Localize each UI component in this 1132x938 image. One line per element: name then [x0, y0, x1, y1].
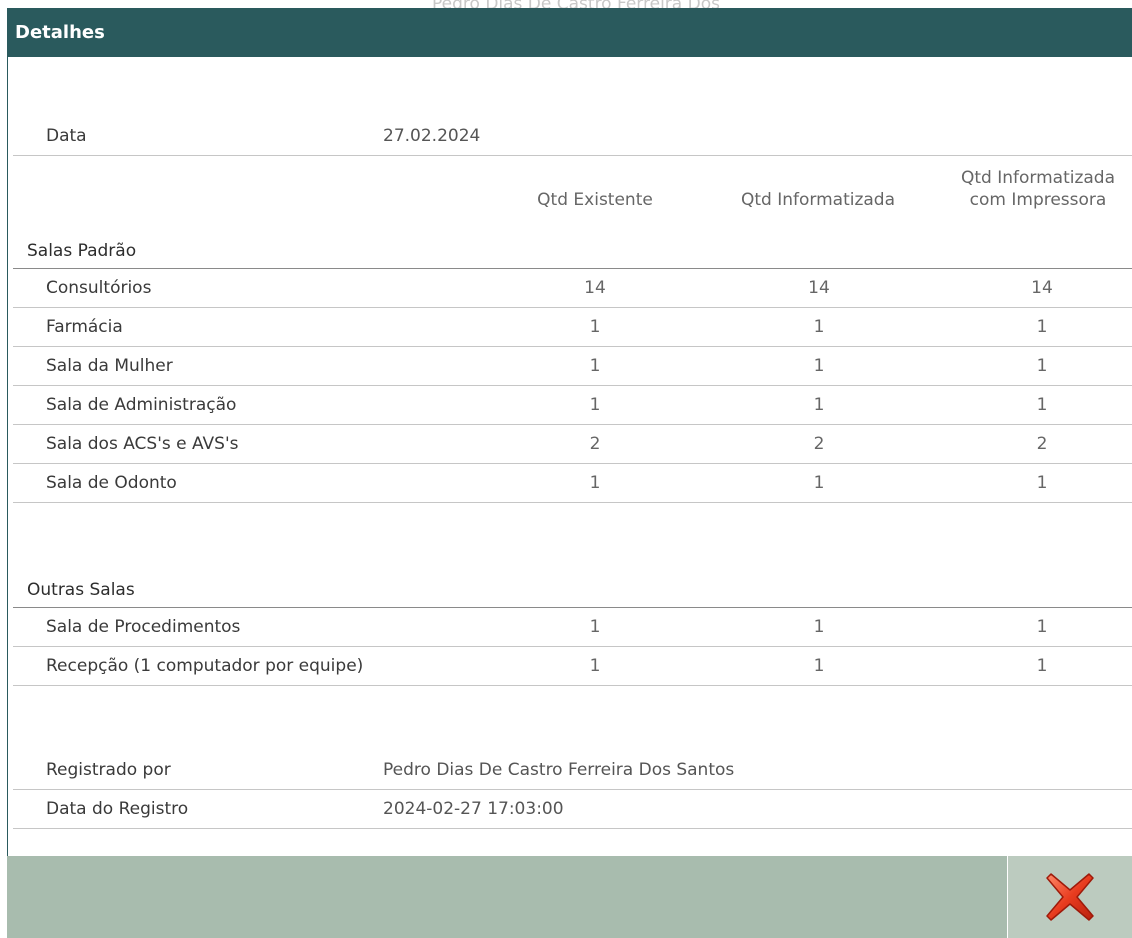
- row-label: Recepção (1 computador por equipe): [46, 656, 364, 676]
- registered-by-value: Pedro Dias De Castro Ferreira Dos Santos: [383, 760, 735, 780]
- qtd-impressora: 14: [1031, 278, 1053, 298]
- section-title: Salas Padrão: [27, 241, 137, 261]
- qtd-existente: 1: [589, 656, 601, 676]
- qtd-existente: 1: [589, 356, 601, 376]
- dialog-body: Data 27.02.2024 Qtd Existente Qtd Inform…: [7, 57, 1132, 856]
- row-label: Sala de Administração: [46, 395, 237, 415]
- col-header-impressora: Qtd Informatizada com Impressora: [933, 167, 1132, 211]
- qtd-informatizada: 1: [813, 317, 825, 337]
- qtd-impressora: 1: [1036, 656, 1048, 676]
- dialog-header: Detalhes: [7, 8, 1132, 57]
- close-button[interactable]: [1007, 856, 1132, 938]
- date-value: 27.02.2024: [383, 126, 481, 146]
- details-dialog: Detalhes Data 27.02.2024 Qtd Existente Q…: [7, 8, 1132, 938]
- qtd-impressora: 1: [1036, 617, 1048, 637]
- table-row: Farmácia 1 1 1: [13, 308, 1132, 347]
- qtd-informatizada: 2: [813, 434, 825, 454]
- col-header-informatizada: Qtd Informatizada: [740, 190, 896, 210]
- qtd-informatizada: 1: [813, 617, 825, 637]
- section-outras-salas: Outras Salas: [13, 573, 1132, 608]
- table-row: Consultórios 14 14 14: [13, 269, 1132, 308]
- table-row: Sala da Mulher 1 1 1: [13, 347, 1132, 386]
- dialog-title: Detalhes: [15, 22, 105, 43]
- row-label: Sala de Odonto: [46, 473, 177, 493]
- date-row: Data 27.02.2024: [13, 117, 1132, 156]
- table-row: Recepção (1 computador por equipe) 1 1 1: [13, 647, 1132, 686]
- registered-date-row: Data do Registro 2024-02-27 17:03:00: [13, 790, 1132, 829]
- section-title: Outras Salas: [27, 580, 135, 600]
- close-x-icon: [1046, 873, 1094, 921]
- qtd-impressora: 1: [1036, 395, 1048, 415]
- qtd-impressora: 1: [1036, 473, 1048, 493]
- qtd-existente: 1: [589, 317, 601, 337]
- table-row: Sala de Procedimentos 1 1 1: [13, 608, 1132, 647]
- row-label: Sala dos ACS's e AVS's: [46, 434, 239, 454]
- qtd-existente: 14: [584, 278, 606, 298]
- table-row: Sala de Odonto 1 1 1: [13, 464, 1132, 503]
- col-header-existente: Qtd Existente: [537, 190, 653, 210]
- row-label: Sala de Procedimentos: [46, 617, 241, 637]
- qtd-impressora: 1: [1036, 317, 1048, 337]
- registered-date-label: Data do Registro: [46, 799, 189, 819]
- table-row: Sala de Administração 1 1 1: [13, 386, 1132, 425]
- registered-by-row: Registrado por Pedro Dias De Castro Ferr…: [13, 751, 1132, 790]
- col-header-impressora-line1: Qtd Informatizada: [960, 168, 1116, 188]
- qtd-informatizada: 1: [813, 356, 825, 376]
- qtd-existente: 1: [589, 473, 601, 493]
- qtd-impressora: 2: [1036, 434, 1048, 454]
- qtd-existente: 1: [589, 617, 601, 637]
- row-label: Consultórios: [46, 278, 152, 298]
- qtd-informatizada: 1: [813, 395, 825, 415]
- col-header-impressora-line2: com Impressora: [969, 190, 1107, 210]
- registered-by-label: Registrado por: [46, 760, 171, 780]
- qtd-informatizada: 1: [813, 656, 825, 676]
- qtd-informatizada: 14: [808, 278, 830, 298]
- date-label: Data: [46, 126, 87, 146]
- qtd-existente: 2: [589, 434, 601, 454]
- section-salas-padrao: Salas Padrão: [13, 234, 1132, 269]
- row-label: Sala da Mulher: [46, 356, 173, 376]
- qtd-existente: 1: [589, 395, 601, 415]
- table-row: Sala dos ACS's e AVS's 2 2 2: [13, 425, 1132, 464]
- qtd-informatizada: 1: [813, 473, 825, 493]
- row-label: Farmácia: [46, 317, 123, 337]
- registered-date-value: 2024-02-27 17:03:00: [383, 799, 564, 819]
- qtd-impressora: 1: [1036, 356, 1048, 376]
- dialog-footer: [7, 856, 1132, 938]
